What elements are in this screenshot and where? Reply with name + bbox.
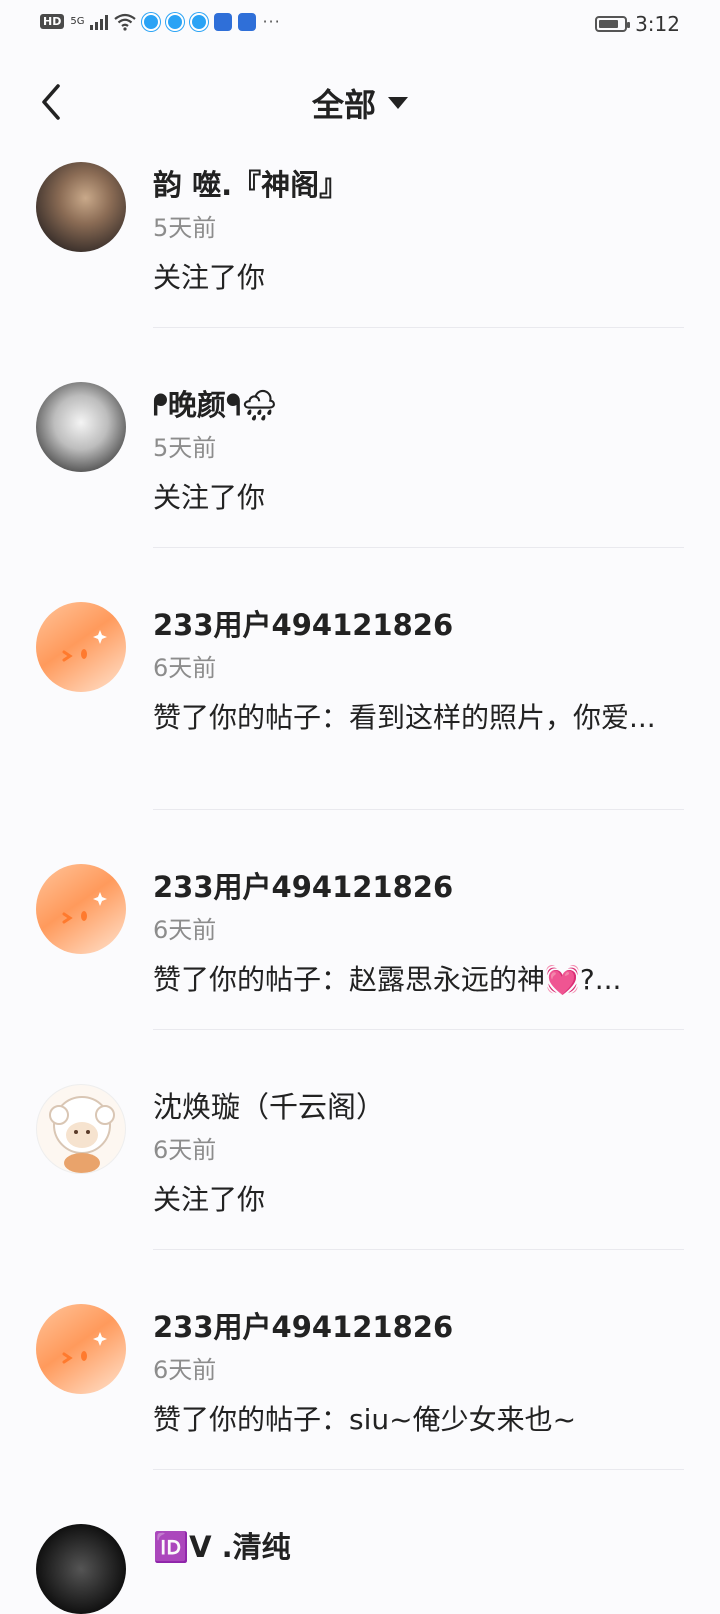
list-item[interactable]: 233用户494121826 6天前 赞了你的帖子：赵露思永远的神💓?... <box>0 810 720 1030</box>
user-name[interactable]: 233用户494121826 <box>153 864 453 906</box>
default-avatar-face-icon <box>62 630 107 662</box>
notification-message: 赞了你的帖子：赵露思永远的神💓?... <box>153 963 622 996</box>
timestamp: 6天前 <box>153 1356 217 1384</box>
timestamp: 5天前 <box>153 434 217 462</box>
user-name[interactable]: 🆔V .清纯 <box>153 1524 291 1566</box>
user-name[interactable]: 233用户494121826 <box>153 1304 453 1346</box>
status-right: 3:12 <box>595 12 680 36</box>
battery-icon <box>595 16 631 32</box>
status-bar: HD 5G ··· 3:12 <box>0 0 720 48</box>
default-avatar-face-icon <box>62 1332 107 1364</box>
avatar[interactable] <box>36 1304 126 1394</box>
notification-message: 赞了你的帖子：siu~俺少女来也~ <box>153 1403 577 1436</box>
avatar[interactable] <box>36 382 126 472</box>
avatar[interactable] <box>36 1084 126 1174</box>
list-item[interactable]: 韵 噬.『神阁』 5天前 关注了你 <box>0 150 720 328</box>
timestamp: 6天前 <box>153 654 217 682</box>
avatar[interactable] <box>36 864 126 954</box>
network-type: 5G <box>70 16 85 27</box>
user-name[interactable]: 沈焕璇（千云阁） <box>153 1084 385 1126</box>
signal-icon <box>90 14 109 30</box>
app-notification-icon <box>190 12 209 31</box>
app-notification-icon <box>214 12 233 31</box>
list-item[interactable]: 沈焕璇（千云阁） 6天前 关注了你 <box>0 1030 720 1250</box>
status-left: HD 5G ··· <box>40 12 281 31</box>
page-title: 全部 <box>311 86 376 124</box>
list-item[interactable]: ᖰ晚颜ᖳ🌧 5天前 关注了你 <box>0 328 720 548</box>
user-name[interactable]: ᖰ晚颜ᖳ🌧 <box>153 382 278 424</box>
app-notification-icon <box>238 12 257 31</box>
app-notification-icon <box>166 12 185 31</box>
default-avatar-face-icon <box>62 892 107 924</box>
notification-list: 韵 噬.『神阁』 5天前 关注了你 ᖰ晚颜ᖳ🌧 5天前 关注了你 233用户49… <box>0 150 720 1614</box>
clock: 3:12 <box>635 12 680 36</box>
wifi-icon <box>114 13 137 31</box>
avatar[interactable] <box>36 1524 126 1614</box>
filter-dropdown[interactable]: 全部 <box>0 80 720 126</box>
header: 全部 <box>0 70 720 134</box>
avatar[interactable] <box>36 162 126 252</box>
list-item[interactable]: 🆔V .清纯 <box>0 1470 720 1614</box>
notification-message: 关注了你 <box>153 481 266 514</box>
notification-message: 赞了你的帖子：看到这样的照片，你爱... <box>153 701 656 734</box>
timestamp: 6天前 <box>153 1136 217 1164</box>
hd-badge: HD <box>40 14 65 29</box>
notification-message: 关注了你 <box>153 261 266 294</box>
timestamp: 6天前 <box>153 916 217 944</box>
more-notifications-icon: ··· <box>262 12 281 31</box>
timestamp: 5天前 <box>153 214 217 242</box>
avatar[interactable] <box>36 602 126 692</box>
caret-down-icon <box>388 97 408 109</box>
app-notification-icon <box>142 12 161 31</box>
sheep-avatar-icon <box>49 1096 115 1173</box>
list-item[interactable]: 233用户494121826 6天前 赞了你的帖子：siu~俺少女来也~ <box>0 1250 720 1470</box>
notification-message: 关注了你 <box>153 1183 266 1216</box>
user-name[interactable]: 233用户494121826 <box>153 602 453 644</box>
list-item[interactable]: 233用户494121826 6天前 赞了你的帖子：看到这样的照片，你爱... <box>0 548 720 810</box>
user-name[interactable]: 韵 噬.『神阁』 <box>153 162 348 204</box>
